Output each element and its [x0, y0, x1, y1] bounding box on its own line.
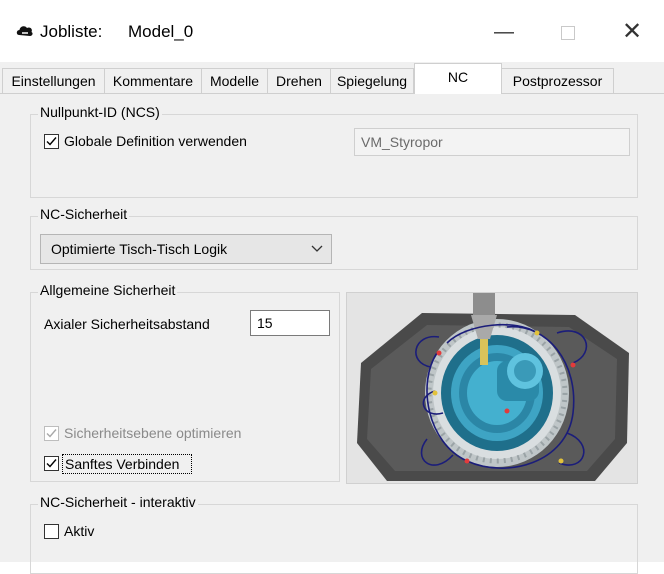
sicherheit-logik-dropdown[interactable]: Optimierte Tisch-Tisch Logik — [40, 234, 332, 264]
allgemeine-sicherheit-group-label: Allgemeine Sicherheit — [38, 282, 178, 298]
axialer-abstand-label: Axialer Sicherheitsabstand — [44, 316, 210, 332]
nullpunkt-id-field: VM_Styropor — [354, 128, 630, 156]
tab-postprozessor[interactable]: Postprozessor — [501, 68, 614, 93]
five-axis-part-illustration — [347, 293, 637, 483]
interaktiv-group-label: NC-Sicherheit - interaktiv — [38, 494, 198, 510]
interaktiv-group — [30, 504, 638, 574]
chevron-down-icon — [311, 245, 323, 252]
tab-spiegelung[interactable]: Spiegelung — [330, 68, 414, 93]
minimize-icon: — — [494, 21, 514, 43]
aktiv-checkbox[interactable] — [44, 524, 59, 539]
tab-drehen[interactable]: Drehen — [267, 68, 331, 93]
minimize-button[interactable]: — — [484, 12, 524, 52]
nullpunkt-group-label: Nullpunkt-ID (NCS) — [38, 104, 162, 120]
tab-nc[interactable]: NC — [414, 63, 502, 94]
close-button[interactable]: ✕ — [612, 12, 652, 52]
nullpunkt-group — [30, 114, 638, 198]
checkmark-icon — [46, 429, 57, 438]
checkmark-icon — [46, 137, 57, 146]
tab-modelle[interactable]: Modelle — [201, 68, 268, 93]
globale-definition-label: Globale Definition verwenden — [64, 133, 247, 149]
tab-kommentare[interactable]: Kommentare — [104, 68, 202, 93]
close-icon: ✕ — [621, 18, 643, 45]
sanftes-verbinden-label: Sanftes Verbinden — [65, 456, 180, 472]
globale-definition-checkbox[interactable] — [44, 134, 59, 149]
sanftes-verbinden-checkbox[interactable] — [44, 456, 59, 471]
sicherheitsebene-checkbox[interactable] — [44, 426, 59, 441]
aktiv-label: Aktiv — [64, 523, 95, 539]
window-title-label: Jobliste: — [40, 22, 103, 41]
checkmark-icon — [46, 459, 57, 468]
nc-sicherheit-group-label: NC-Sicherheit — [38, 206, 130, 222]
axialer-abstand-input[interactable]: 15 — [250, 310, 330, 336]
maximize-button[interactable] — [548, 12, 588, 52]
sicherheitsebene-label: Sicherheitsebene optimieren — [64, 425, 242, 441]
dropdown-selected-value: Optimierte Tisch-Tisch Logik — [51, 241, 228, 257]
maximize-icon — [561, 25, 575, 40]
machining-preview-image — [346, 292, 638, 484]
cloud-icon — [16, 26, 33, 36]
window-title-value: Model_0 — [128, 22, 194, 41]
title-bar: Jobliste: Model_0 — ✕ — [0, 0, 664, 62]
tab-einstellungen[interactable]: Einstellungen — [2, 68, 105, 93]
